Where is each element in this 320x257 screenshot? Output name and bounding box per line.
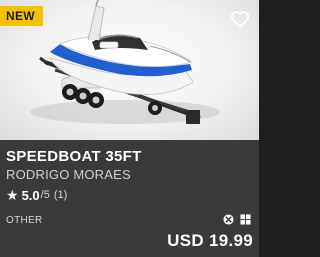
new-badge: NEW	[0, 6, 43, 26]
rating-average: 5.0	[21, 187, 40, 203]
product-card[interactable]: NEW SPEEDBOAT 35FT RODRIGO MORAES ★ 5.0 …	[0, 0, 259, 257]
favorite-button[interactable]	[229, 8, 251, 30]
rating-count: (1)	[53, 189, 68, 201]
product-category: OTHER	[6, 215, 43, 226]
product-author[interactable]: RODRIGO MORAES	[6, 167, 131, 182]
product-thumbnail[interactable]: NEW	[0, 0, 259, 140]
product-price: USD 19.99	[167, 231, 253, 250]
heart-outline-icon	[230, 11, 250, 28]
product-title[interactable]: SPEEDBOAT 35FT	[6, 148, 142, 165]
product-info: SPEEDBOAT 35FT RODRIGO MORAES ★ 5.0 /5 (…	[0, 140, 259, 257]
windows-icon	[240, 214, 251, 225]
platform-icons	[223, 214, 251, 225]
xbox-icon	[223, 214, 234, 225]
star-icon: ★	[6, 186, 19, 203]
rating-max: /5	[40, 189, 50, 201]
product-rating: ★ 5.0 /5 (1)	[6, 187, 67, 203]
